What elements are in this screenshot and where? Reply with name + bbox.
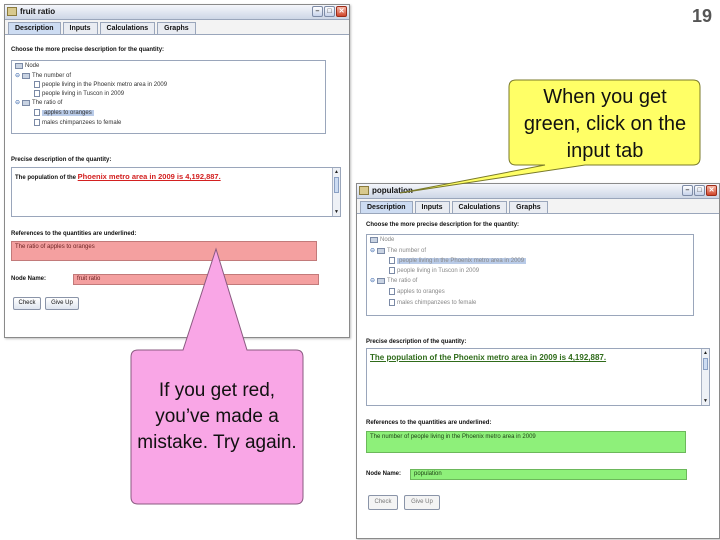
callout-shapes [130, 79, 701, 505]
red-callout-text: If you get red, you’ve made a mistake. T… [137, 380, 297, 453]
pink-callout-shape [130, 247, 304, 505]
green-callout-text: When you get green, click on the input t… [523, 86, 687, 162]
